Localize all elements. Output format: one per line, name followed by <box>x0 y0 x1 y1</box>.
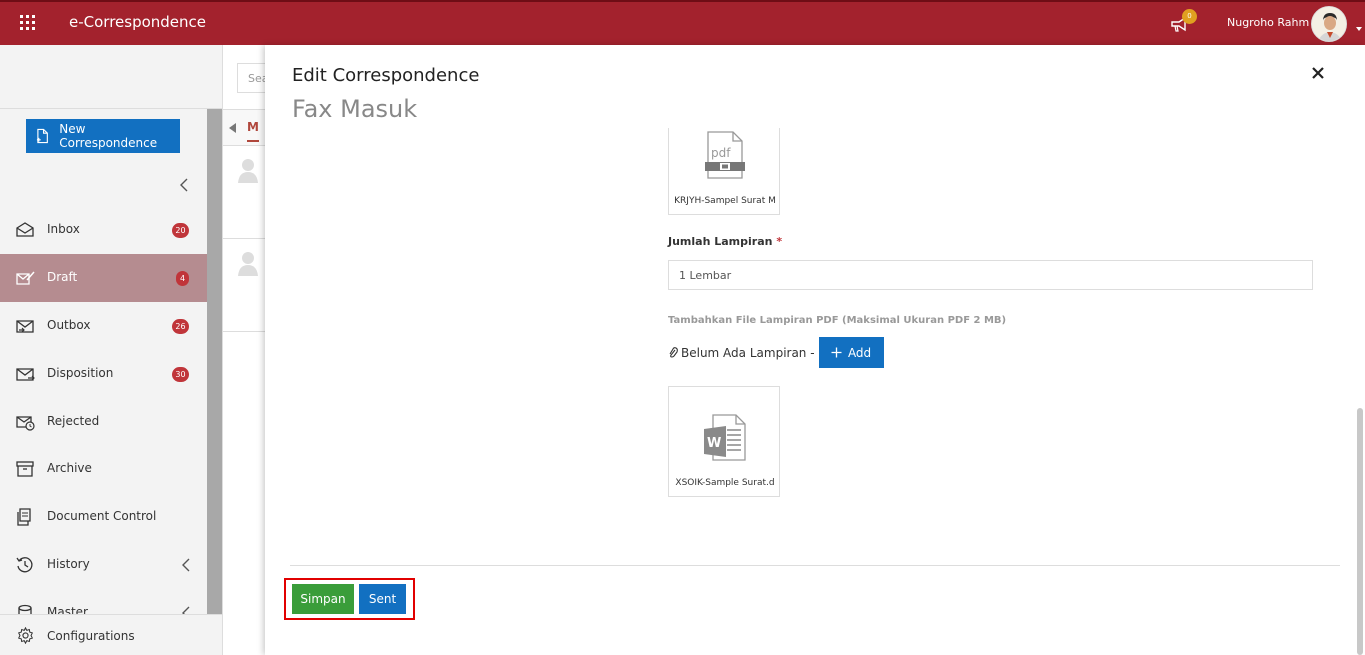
configurations-label: Configurations <box>47 629 135 643</box>
modal-subtitle: Fax Masuk <box>292 95 418 123</box>
plus-icon <box>831 347 842 358</box>
draft-icon <box>16 271 35 285</box>
app-title: e-Correspondence <box>69 13 207 31</box>
add-attachment-button[interactable]: Add <box>818 337 884 368</box>
notification-badge: 0 <box>1182 9 1197 24</box>
sidebar-item-archive[interactable]: Archive <box>0 445 207 493</box>
sidebar-item-label: Master <box>47 605 88 614</box>
sidebar-scrollbar[interactable] <box>207 109 222 614</box>
close-icon[interactable] <box>1311 66 1325 80</box>
sidebar: New Correspondence Inbox 20 Draft 4 Outb… <box>0 45 222 655</box>
sidebar-item-label: Archive <box>47 461 92 475</box>
user-placeholder-icon <box>238 159 258 183</box>
inbox-count-badge: 20 <box>172 223 189 238</box>
sidebar-item-label: Outbox <box>47 318 91 332</box>
outbox-icon <box>16 320 34 333</box>
svg-text:W: W <box>707 436 721 451</box>
tab-active[interactable]: M <box>247 120 259 142</box>
sidebar-item-label: Inbox <box>47 222 80 236</box>
inbox-icon <box>16 222 34 237</box>
footer-divider <box>290 565 1340 566</box>
word-file-name: XSOIK-Sample Surat.d <box>675 478 775 488</box>
rejected-icon <box>16 416 35 431</box>
sent-button[interactable]: Sent <box>359 584 406 614</box>
word-file-card[interactable]: W XSOIK-Sample Surat.d <box>668 386 780 497</box>
svg-text:pdf: pdf <box>711 146 731 160</box>
modal-scrollbar[interactable] <box>1357 408 1363 655</box>
jumlah-lampiran-label-text: Jumlah Lampiran <box>668 235 773 248</box>
app-grid-icon[interactable] <box>20 15 36 31</box>
new-document-icon <box>36 128 48 144</box>
draft-count-badge: 4 <box>176 271 189 286</box>
sidebar-item-label: Disposition <box>47 366 114 380</box>
sidebar-item-rejected[interactable]: Rejected <box>0 398 207 446</box>
disposition-count-badge: 30 <box>172 367 189 382</box>
sidebar-item-label: Document Control <box>47 509 157 523</box>
attachment-row: Belum Ada Lampiran - Add <box>668 337 884 368</box>
history-expand-chevron-icon[interactable] <box>180 557 192 573</box>
user-name[interactable]: Nugroho Rahm <box>1227 16 1309 29</box>
pdf-file-name: KRJYH-Sampel Surat M <box>674 196 776 206</box>
sidebar-item-inbox[interactable]: Inbox 20 <box>0 206 207 254</box>
sidebar-item-master[interactable]: Master <box>0 589 207 614</box>
sidebar-item-disposition[interactable]: Disposition 30 <box>0 350 207 398</box>
master-icon <box>18 604 32 614</box>
pdf-file-icon: pdf <box>705 131 745 179</box>
paperclip-icon <box>669 346 678 358</box>
attachment-hint: Tambahkan File Lampiran PDF (Maksimal Uk… <box>668 315 1007 326</box>
outbox-count-badge: 26 <box>172 319 189 334</box>
top-bar: e-Correspondence 0 Nugroho Rahm <box>0 0 1365 45</box>
sidebar-item-history[interactable]: History <box>0 541 207 589</box>
configurations-item[interactable]: Configurations <box>0 614 222 655</box>
archive-icon <box>16 461 34 477</box>
sidebar-item-draft[interactable]: Draft 4 <box>0 254 207 302</box>
sidebar-item-label: Draft <box>47 270 78 284</box>
simpan-button[interactable]: Simpan <box>292 584 354 614</box>
user-menu-caret-icon[interactable] <box>1356 27 1362 31</box>
new-correspondence-label: New Correspondence <box>59 122 158 150</box>
required-mark: * <box>776 235 783 248</box>
disposition-icon <box>16 368 35 381</box>
sidebar-item-document-control[interactable]: Document Control <box>0 493 207 541</box>
history-icon <box>16 557 33 573</box>
add-label: Add <box>847 345 872 360</box>
document-control-icon <box>17 508 31 526</box>
sidebar-item-label: Rejected <box>47 414 100 428</box>
sidebar-item-label: History <box>47 557 90 571</box>
edit-correspondence-modal: Edit Correspondence Fax Masuk pdf KRJYH-… <box>265 45 1365 655</box>
sidebar-item-outbox[interactable]: Outbox 26 <box>0 302 207 350</box>
user-placeholder-icon <box>238 252 258 276</box>
word-file-icon: W <box>704 414 746 461</box>
no-attachment-text: Belum Ada Lampiran - <box>668 346 815 360</box>
gear-icon <box>17 627 34 644</box>
new-correspondence-button[interactable]: New Correspondence <box>26 119 180 153</box>
user-avatar[interactable] <box>1311 6 1347 42</box>
master-expand-chevron-icon[interactable] <box>180 605 192 614</box>
pdf-file-card[interactable]: pdf KRJYH-Sampel Surat M <box>668 128 780 215</box>
no-attachment-label: Belum Ada Lampiran - <box>681 345 815 360</box>
modal-title: Edit Correspondence <box>292 65 480 86</box>
sidebar-header <box>0 45 222 109</box>
jumlah-lampiran-label: Jumlah Lampiran * <box>668 235 782 248</box>
tab-scroll-left-icon[interactable] <box>229 123 236 133</box>
collapse-sidebar-chevron-icon[interactable] <box>176 177 192 193</box>
jumlah-lampiran-input[interactable]: 1 Lembar <box>668 260 1313 290</box>
